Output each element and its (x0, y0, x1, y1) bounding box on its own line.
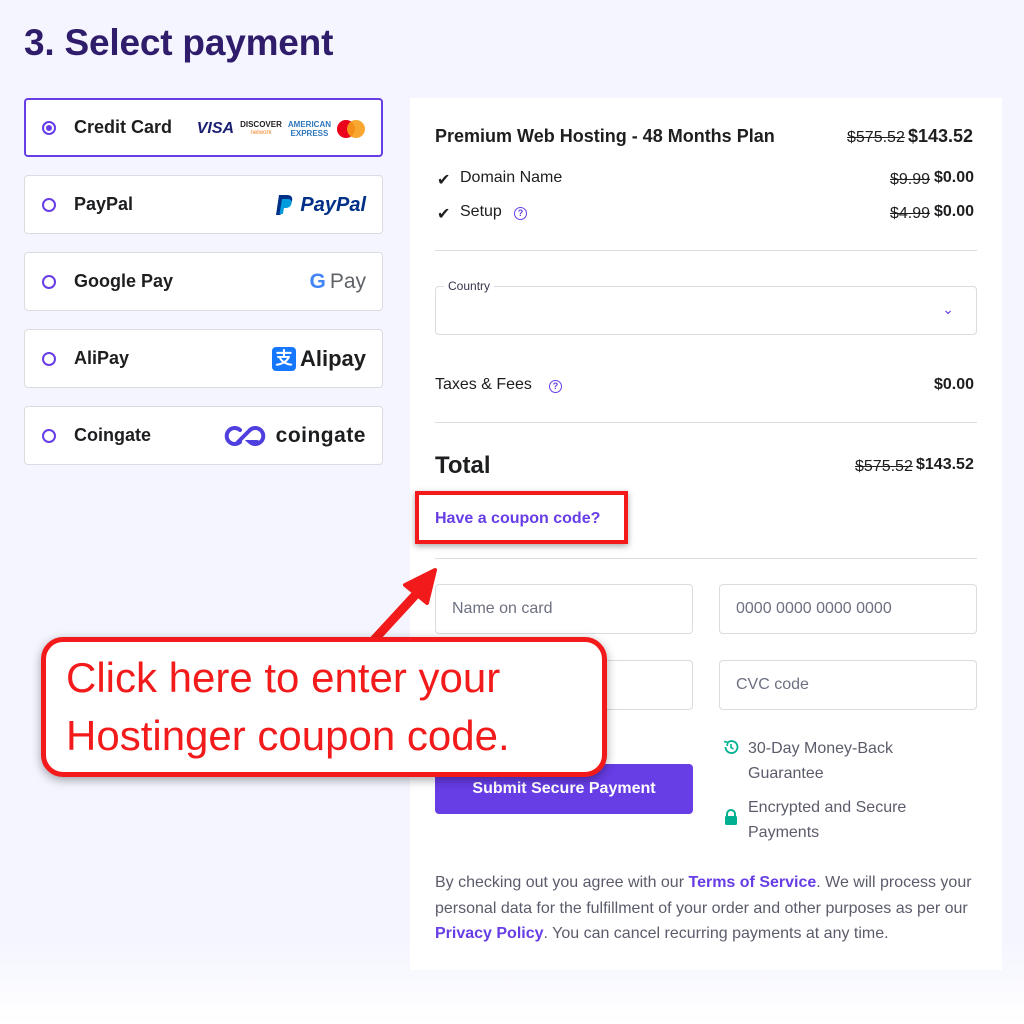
radio[interactable] (42, 275, 56, 289)
method-label: Google Pay (74, 271, 174, 291)
item-old-price: $9.99 (890, 171, 931, 188)
divider (435, 558, 977, 559)
page-title: 3. Select payment (24, 22, 334, 63)
plan-name: Premium Web Hosting - 48 Months Plan (435, 126, 775, 146)
divider (435, 250, 977, 251)
feature-text: 30-Day Money-Back Guarantee (748, 740, 893, 782)
lock-icon (725, 809, 737, 825)
coupon-highlight-box (415, 491, 628, 544)
google-g-icon: G (309, 270, 326, 293)
help-icon[interactable]: ? (549, 377, 562, 395)
plan-old-price: $575.52 (847, 129, 905, 146)
payment-method-google-pay[interactable]: Google Pay G Pay (24, 252, 383, 311)
annotation-callout: Click here to enter your Hostinger coupo… (41, 637, 607, 777)
total-price: $143.52 (916, 456, 974, 473)
divider (435, 422, 977, 423)
callout-line-2: Hostinger coupon code. (66, 712, 510, 759)
payment-method-coingate[interactable]: Coingate coingate (24, 406, 383, 465)
method-label: Coingate (74, 425, 152, 445)
feature-text: Encrypted and Secure Payments (748, 799, 907, 841)
paypal-logo: PayPal (274, 190, 366, 220)
coingate-icon (224, 426, 265, 446)
check-icon: ✔ (437, 206, 451, 223)
total-label: Total (435, 452, 491, 479)
mastercard-icon (337, 120, 365, 138)
chevron-down-icon: ⌄ (942, 301, 954, 317)
radio[interactable] (42, 198, 56, 212)
item-name: Setup (460, 203, 502, 220)
paypal-icon (276, 195, 293, 215)
item-price: $0.00 (934, 169, 975, 186)
terms-of-service-link[interactable]: Terms of Service (688, 874, 816, 891)
country-label: Country (444, 279, 495, 293)
history-icon (723, 740, 739, 754)
legal-text: By checking out you agree with our Terms… (435, 874, 972, 942)
google-pay-logo: G Pay (309, 270, 366, 293)
item-price: $0.00 (934, 203, 975, 220)
discover-logo: DISCOVER network (240, 120, 282, 137)
total-old-price: $575.52 (855, 458, 913, 475)
visa-logo: VISA (196, 120, 235, 137)
radio-selected[interactable] (42, 121, 56, 135)
cvc-input[interactable] (719, 660, 977, 710)
item-name: Domain Name (460, 169, 563, 186)
item-old-price: $4.99 (890, 205, 931, 222)
coingate-logo: coingate (224, 421, 366, 451)
method-label: Credit Card (74, 117, 173, 137)
card-number-input[interactable] (719, 584, 977, 634)
taxes-price: $0.00 (934, 376, 975, 393)
method-label: AliPay (74, 348, 130, 368)
privacy-policy-link[interactable]: Privacy Policy (435, 925, 544, 942)
method-label: PayPal (74, 194, 134, 214)
country-select[interactable]: Country ⌄ (435, 279, 977, 335)
card-logos: VISA DISCOVER network AMERICAN EXPRESS (197, 114, 365, 144)
payment-method-credit-card[interactable]: Credit Card VISA DISCOVER network AMERIC… (24, 98, 383, 157)
radio[interactable] (42, 352, 56, 366)
taxes-label: Taxes & Fees (435, 376, 532, 393)
name-on-card-input[interactable] (435, 584, 693, 634)
payment-method-paypal[interactable]: PayPal PayPal (24, 175, 383, 234)
radio[interactable] (42, 429, 56, 443)
callout-line-1: Click here to enter your (66, 654, 501, 701)
amex-logo: AMERICAN EXPRESS (287, 120, 331, 138)
check-icon: ✔ (437, 172, 451, 189)
alipay-logo: 支 Alipay (271, 344, 366, 374)
alipay-icon: 支 (271, 347, 296, 371)
plan-price: $143.52 (908, 126, 974, 146)
help-icon[interactable]: ? (514, 204, 527, 222)
payment-method-alipay[interactable]: AliPay 支 Alipay (24, 329, 383, 388)
